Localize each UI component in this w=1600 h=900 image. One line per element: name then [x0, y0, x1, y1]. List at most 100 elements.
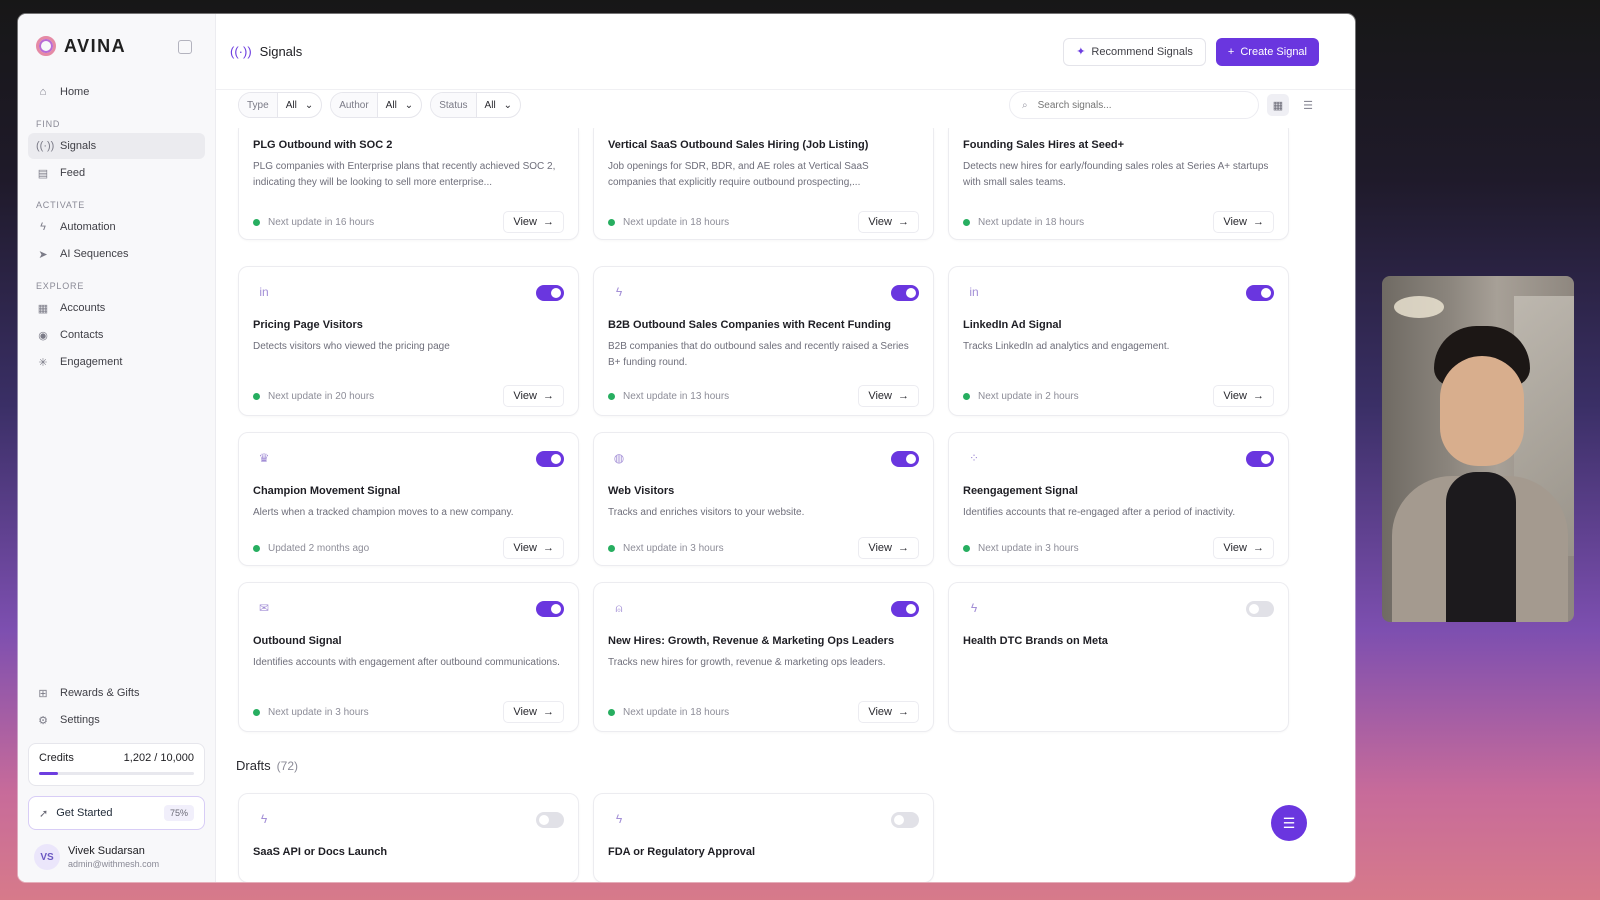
- filter-status[interactable]: Status All ⌄: [430, 92, 522, 118]
- signal-toggle[interactable]: [1246, 285, 1274, 301]
- sidebar-item-settings[interactable]: ⚙ Settings: [28, 707, 205, 733]
- signal-card[interactable]: in LinkedIn Ad Signal Tracks LinkedIn ad a…: [948, 266, 1289, 416]
- signal-title: Champion Movement Signal: [253, 485, 401, 497]
- search-input[interactable]: [1037, 99, 1218, 111]
- sidebar-item-engagement[interactable]: ✳ Engagement: [28, 349, 205, 375]
- view-signal-button[interactable]: View →: [858, 385, 919, 407]
- view-signal-button[interactable]: View →: [503, 211, 564, 233]
- view-label: View: [868, 216, 892, 228]
- sidebar-item-automation[interactable]: ϟ Automation: [28, 214, 205, 240]
- signal-card[interactable]: ♛ Champion Movement Signal Alerts when a t…: [238, 432, 579, 566]
- get-started-button[interactable]: ➚ Get Started 75%: [28, 796, 205, 830]
- view-signal-button[interactable]: View →: [1213, 537, 1274, 559]
- signal-title: Founding Sales Hires at Seed+: [963, 139, 1125, 151]
- view-signal-button[interactable]: View →: [503, 537, 564, 559]
- signal-card[interactable]: Vertical SaaS Outbound Sales Hiring (Job…: [593, 128, 934, 240]
- filter-author[interactable]: Author All ⌄: [330, 92, 423, 118]
- credits-progress-fill: [39, 772, 58, 775]
- view-signal-button[interactable]: View →: [858, 701, 919, 723]
- signal-toggle[interactable]: [536, 285, 564, 301]
- chat-support-button[interactable]: ☰: [1271, 805, 1307, 841]
- get-started-label: Get Started: [56, 807, 113, 819]
- status-dot-icon: [253, 708, 260, 716]
- signal-card[interactable]: in Pricing Page Visitors Detects visitors …: [238, 266, 579, 416]
- signal-card[interactable]: ϟ Health DTC Brands on Meta: [948, 582, 1289, 732]
- signal-description: Tracks new hires for growth, revenue & m…: [608, 657, 886, 668]
- signal-toggle[interactable]: [891, 451, 919, 467]
- signal-card[interactable]: ϟ B2B Outbound Sales Companies with Recen…: [593, 266, 934, 416]
- filter-bar: Type All ⌄ Author All ⌄ Status All ⌄ ⌕ ▦ ☰: [238, 90, 1319, 120]
- grid-icon: ⁘: [968, 451, 980, 465]
- signal-title: LinkedIn Ad Signal: [963, 319, 1062, 331]
- signal-toggle[interactable]: [536, 812, 564, 828]
- signal-card[interactable]: ✉ Outbound Signal Identifies accounts with…: [238, 582, 579, 732]
- signal-description: Job openings for SDR, BDR, and AE roles …: [608, 161, 869, 188]
- signal-footer: Updated 2 months ago View →: [253, 537, 564, 559]
- create-signal-label: Create Signal: [1240, 45, 1307, 58]
- sidebar-item-ai-sequences[interactable]: ➤ AI Sequences: [28, 241, 205, 267]
- signal-card[interactable]: ϟ FDA or Regulatory Approval: [593, 793, 934, 882]
- signal-toggle[interactable]: [536, 601, 564, 617]
- section-label-explore: EXPLORE: [36, 281, 85, 291]
- sidebar-item-label: Feed: [60, 167, 86, 179]
- view-signal-button[interactable]: View →: [1213, 211, 1274, 233]
- sidebar-item-rewards[interactable]: ⊞ Rewards & Gifts: [28, 680, 205, 706]
- mail-icon: ✉: [258, 601, 270, 615]
- signal-card[interactable]: ⁘ Reengagement Signal Identifies accounts …: [948, 432, 1289, 566]
- view-signal-button[interactable]: View →: [503, 385, 564, 407]
- arrow-right-icon: →: [898, 390, 909, 402]
- signal-toggle[interactable]: [891, 601, 919, 617]
- signal-toggle[interactable]: [891, 812, 919, 828]
- signal-footer: Next update in 18 hours View →: [608, 211, 919, 233]
- recommend-signals-button[interactable]: ✦ Recommend Signals: [1063, 37, 1206, 66]
- arrow-right-icon: →: [543, 542, 554, 554]
- signal-title: Vertical SaaS Outbound Sales Hiring (Job…: [608, 139, 869, 151]
- filter-type[interactable]: Type All ⌄: [238, 92, 323, 118]
- signal-toggle[interactable]: [1246, 451, 1274, 467]
- signal-footer: Next update in 18 hours View →: [608, 701, 919, 723]
- arrow-right-icon: →: [543, 390, 554, 402]
- grid-view-icon[interactable]: ▦: [1267, 94, 1289, 116]
- sidebar-item-contacts[interactable]: ◉ Contacts: [28, 322, 205, 348]
- signal-toggle[interactable]: [1246, 601, 1274, 617]
- credits-progress-bar: [39, 772, 194, 775]
- signal-card[interactable]: ◍ Web Visitors Tracks and enriches visitor…: [593, 432, 934, 566]
- signal-card[interactable]: Founding Sales Hires at Seed+ Detects new…: [948, 128, 1289, 240]
- get-started-percent: 75%: [163, 805, 194, 821]
- view-signal-button[interactable]: View →: [1213, 385, 1274, 407]
- create-signal-button[interactable]: + Create Signal: [1215, 37, 1319, 66]
- signal-status: Updated 2 months ago: [268, 542, 370, 554]
- drafts-count: (72): [276, 759, 299, 773]
- view-signal-button[interactable]: View →: [858, 537, 919, 559]
- signal-status: Next update in 3 hours: [978, 542, 1079, 554]
- view-label: View: [1223, 390, 1247, 402]
- view-signal-button[interactable]: View →: [858, 211, 919, 233]
- view-signal-button[interactable]: View →: [503, 701, 564, 723]
- user-profile[interactable]: VS Vivek Sudarsan admin@withmesh.com: [28, 844, 205, 870]
- signal-description: PLG companies with Enterprise plans that…: [253, 161, 556, 188]
- signal-toggle[interactable]: [891, 285, 919, 301]
- signal-title: Reengagement Signal: [963, 485, 1078, 497]
- chevron-down-icon: ⌄: [404, 99, 414, 111]
- chevron-down-icon: ⌄: [304, 99, 314, 111]
- collapse-sidebar-icon[interactable]: [178, 40, 192, 54]
- sidebar-item-accounts[interactable]: ▦ Accounts: [28, 295, 205, 321]
- search-icon: ⌕: [1022, 99, 1028, 111]
- list-view-icon[interactable]: ☰: [1297, 94, 1319, 116]
- sidebar-item-signals[interactable]: ((·)) Signals: [28, 133, 205, 159]
- signal-card[interactable]: ⍝ New Hires: Growth, Revenue & Marketing …: [593, 582, 934, 732]
- gift-icon: ⊞: [38, 687, 48, 700]
- bolt-icon: ϟ: [40, 221, 46, 233]
- signal-footer: Next update in 13 hours View →: [608, 385, 919, 407]
- status-dot-icon: [253, 544, 260, 552]
- signal-card[interactable]: ϟ SaaS API or Docs Launch: [238, 793, 579, 882]
- signal-toggle[interactable]: [536, 451, 564, 467]
- signal-card[interactable]: PLG Outbound with SOC 2 PLG companies wit…: [238, 128, 579, 240]
- sidebar-item-feed[interactable]: ▤ Feed: [28, 160, 205, 186]
- status-dot-icon: [963, 392, 970, 400]
- sidebar-item-home[interactable]: ⌂ Home: [28, 79, 205, 105]
- view-label: View: [513, 216, 537, 228]
- sidebar-item-label: Accounts: [60, 302, 106, 314]
- section-label-activate: ACTIVATE: [36, 200, 86, 210]
- plus-icon: +: [1227, 45, 1235, 58]
